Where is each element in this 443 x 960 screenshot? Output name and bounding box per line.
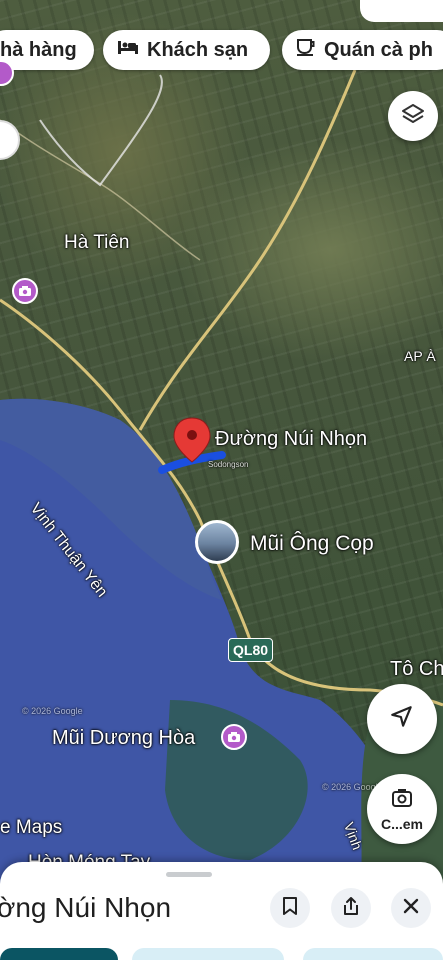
share-icon [342,896,360,921]
lens-label: C...em [380,815,423,832]
filter-label: Quán cà ph [324,38,433,61]
filter-restaurants[interactable]: hà hàng [0,30,94,70]
bookmark-icon [282,896,298,921]
filter-hotels[interactable]: Khách sạn [103,30,270,70]
copyright-text: © 2026 Google [22,706,83,716]
label-ap-a: AP À [404,348,436,364]
poi-camera-icon[interactable] [12,278,38,304]
main-road [138,69,357,431]
action-chip[interactable] [132,948,284,960]
navigate-button[interactable] [367,684,437,754]
close-icon [403,898,419,919]
filter-coffee[interactable]: Quán cà ph [282,30,443,70]
label-road-marker: Sodongson [208,460,249,469]
hotel-bed-icon [117,38,139,62]
layers-button[interactable] [388,91,438,141]
label-mui-duong-hoa: Mũi Dương Hòa [52,727,196,749]
label-duong-nui-nhon: Đường Núi Nhọn [215,428,368,450]
filter-label: Khách sạn [147,38,249,61]
close-button[interactable] [391,888,431,928]
navigation-arrow-icon [389,704,415,735]
maps-watermark: e Maps [0,817,63,838]
place-title: ờng Núi Nhọn [0,892,172,923]
poi-camera-icon[interactable] [221,724,247,750]
action-chip[interactable] [303,948,443,960]
label-mui-ong-cop: Mũi Ông Cọp [250,532,374,555]
drag-handle[interactable] [166,872,212,877]
route-shield-ql80: QL80 [228,638,274,662]
label-to-ch: Tô Ch [390,658,443,680]
lens-button[interactable]: C...em [367,774,437,844]
camera-lens-icon [390,787,414,814]
poi-photo-thumbnail[interactable] [195,520,239,564]
filter-label: hà hàng [0,38,77,61]
layers-icon [401,102,425,131]
label-ha-tien: Hà Tiên [64,232,130,253]
save-button[interactable] [270,888,310,928]
place-sheet[interactable]: ờng Núi Nhọn [0,862,443,960]
share-button[interactable] [331,888,371,928]
border-line [39,74,163,187]
action-chip-primary[interactable] [0,948,118,960]
coffee-cup-icon [296,37,316,63]
search-bar-edge [360,0,443,22]
